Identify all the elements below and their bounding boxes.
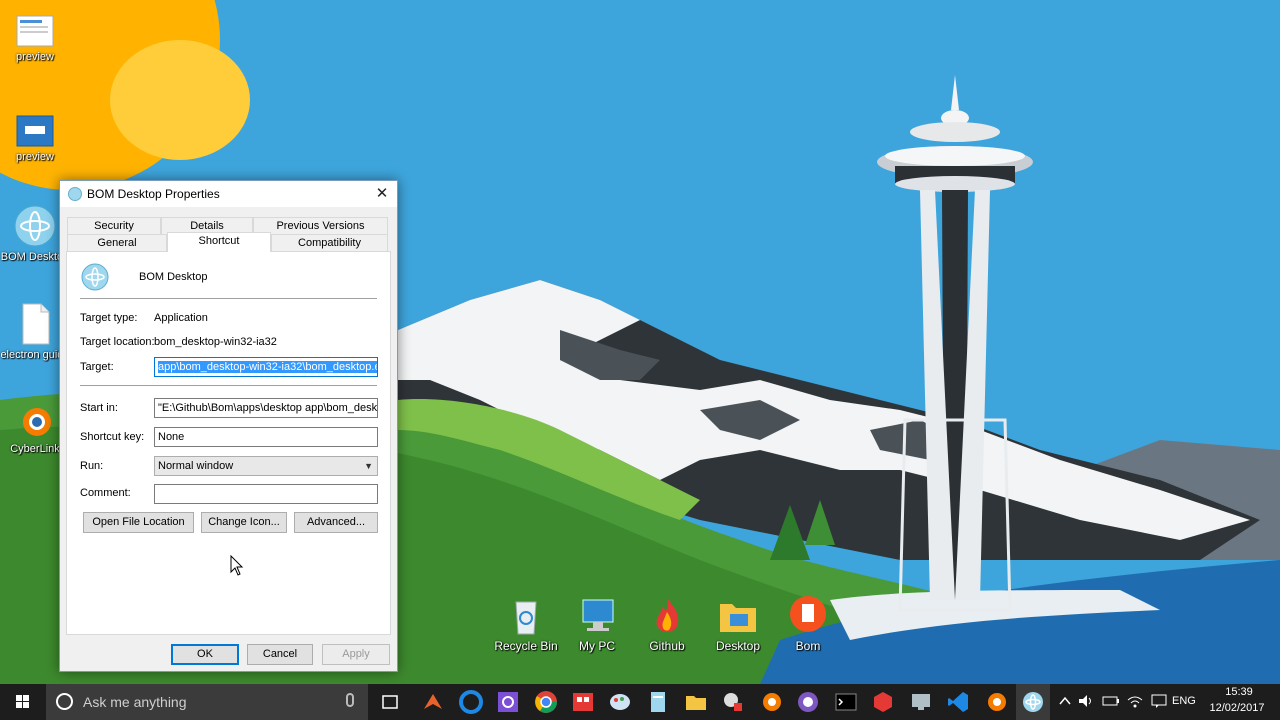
bom-atom-icon xyxy=(68,187,82,201)
apply-button[interactable]: Apply xyxy=(322,644,390,665)
tab-security[interactable]: Security xyxy=(67,217,161,234)
desktop-icon-preview-1[interactable]: preview xyxy=(0,14,70,64)
start-in-label: Start in: xyxy=(80,402,118,414)
cortana-icon xyxy=(56,693,73,710)
windows-logo-icon xyxy=(16,695,29,708)
action-center-icon[interactable] xyxy=(1150,694,1168,708)
computer-icon xyxy=(582,599,614,631)
cancel-button[interactable]: Cancel xyxy=(247,644,313,665)
app-name: BOM Desktop xyxy=(139,271,208,283)
divider xyxy=(80,298,377,300)
ok-button[interactable]: OK xyxy=(171,644,239,665)
run-select-value: Normal window xyxy=(158,460,234,472)
task-view-icon[interactable] xyxy=(377,689,403,715)
target-label: Target: xyxy=(80,361,114,373)
close-button[interactable]: ✕ xyxy=(367,181,397,207)
desktop-icon-label: Bom xyxy=(795,639,821,653)
mouse-cursor-icon xyxy=(230,555,244,576)
volume-icon[interactable] xyxy=(1078,694,1096,708)
clock-time[interactable]: 15:39 xyxy=(1214,686,1264,698)
visual-studio-icon[interactable] xyxy=(945,689,971,715)
bom-atom-icon[interactable] xyxy=(1020,689,1046,715)
dialog-titlebar[interactable]: BOM Desktop Properties ✕ xyxy=(60,181,397,207)
target-type-value: Application xyxy=(154,312,208,324)
change-icon-button[interactable]: Change Icon... xyxy=(201,512,287,533)
red-app-icon[interactable] xyxy=(870,689,896,715)
desktop-icon-github[interactable]: Github xyxy=(631,594,703,653)
desktop-icon-preview-2[interactable]: preview xyxy=(0,114,70,164)
run-label: Run: xyxy=(80,460,104,472)
shortcut-key-label: Shortcut key: xyxy=(80,431,145,443)
language-indicator[interactable]: ENG xyxy=(1172,695,1196,707)
desktop-icon-my-pc[interactable]: My PC xyxy=(561,594,633,653)
wifi-icon[interactable] xyxy=(1126,694,1144,708)
desktop-icon-label: preview xyxy=(16,51,54,63)
dialog-title: BOM Desktop Properties xyxy=(87,187,220,201)
chevron-down-icon: ▼ xyxy=(364,461,373,471)
terminal-icon[interactable] xyxy=(833,689,859,715)
photos-icon[interactable] xyxy=(570,689,596,715)
github-flame-icon xyxy=(656,598,679,632)
open-file-location-button[interactable]: Open File Location xyxy=(83,512,194,533)
battery-icon[interactable] xyxy=(1102,694,1120,708)
target-location-value: bom_desktop-win32-ia32 xyxy=(154,336,277,348)
tab-compatibility[interactable]: Compatibility xyxy=(271,234,388,251)
pc-manager-icon[interactable] xyxy=(908,689,934,715)
desktop-icon-label: preview xyxy=(16,151,54,163)
blender-icon xyxy=(23,408,51,436)
shortcut-key-input[interactable]: None xyxy=(154,427,378,447)
chevron-up-icon[interactable] xyxy=(1058,694,1072,708)
desktop-icon-label: Recycle Bin xyxy=(494,639,558,653)
paint-icon[interactable] xyxy=(607,689,633,715)
bom-red-icon xyxy=(790,596,826,632)
divider xyxy=(80,385,377,387)
folder-icon xyxy=(720,604,756,632)
desktop: preview preview BOM Desktop electron gui… xyxy=(0,0,1280,684)
edge-icon[interactable] xyxy=(458,689,484,715)
preview-document-icon xyxy=(16,15,54,47)
tools-icon[interactable] xyxy=(720,689,746,715)
run-select[interactable]: Normal window ▼ xyxy=(154,456,378,476)
comment-label: Comment: xyxy=(80,487,131,499)
matlab-icon[interactable] xyxy=(420,689,446,715)
file-explorer-icon[interactable] xyxy=(683,689,709,715)
target-type-label: Target type: xyxy=(80,312,138,324)
desktop-icon-desktop[interactable]: Desktop xyxy=(702,594,774,653)
cortana-search-box[interactable]: Ask me anything xyxy=(46,684,368,720)
microphone-icon[interactable] xyxy=(346,693,354,707)
bom-atom-icon xyxy=(14,205,56,247)
clock-date[interactable]: 12/02/2017 xyxy=(1206,702,1268,714)
chrome-icon[interactable] xyxy=(533,689,559,715)
advanced-button[interactable]: Advanced... xyxy=(294,512,378,533)
target-location-label: Target location: xyxy=(80,336,155,348)
tab-previous-versions[interactable]: Previous Versions xyxy=(253,217,388,234)
taskbar: Ask me anything ENG 15:39 12/02/2017 xyxy=(0,684,1280,720)
desktop-icon-label: CyberLink xyxy=(10,443,60,455)
bom-atom-icon xyxy=(81,263,109,291)
search-placeholder: Ask me anything xyxy=(83,694,187,710)
desktop-icon-recycle-bin[interactable]: Recycle Bin xyxy=(490,594,562,653)
desktop-icon-label: Github xyxy=(649,639,685,653)
settings-app-icon[interactable] xyxy=(495,689,521,715)
tor-icon[interactable] xyxy=(795,689,821,715)
blender-icon[interactable] xyxy=(758,689,784,715)
desktop-icon-label: Desktop xyxy=(715,639,761,653)
recycle-bin-icon xyxy=(515,601,537,635)
target-input-text: app\bom_desktop-win32-ia32\bom_desktop.e… xyxy=(158,361,377,373)
blank-file-icon xyxy=(22,303,50,345)
target-input[interactable]: app\bom_desktop-win32-ia32\bom_desktop.e… xyxy=(154,357,378,377)
properties-dialog: BOM Desktop Properties ✕ Security Detail… xyxy=(59,180,398,672)
blender-icon[interactable] xyxy=(983,689,1009,715)
start-button[interactable] xyxy=(0,684,46,720)
preview-window-icon xyxy=(16,115,54,147)
shortcut-tab-panel: BOM Desktop Target type: Application Tar… xyxy=(66,251,391,635)
tab-shortcut[interactable]: Shortcut xyxy=(167,232,271,252)
tab-general[interactable]: General xyxy=(67,234,167,251)
desktop-icon-bom[interactable]: Bom xyxy=(772,594,844,653)
desktop-icon-label: My PC xyxy=(579,639,615,653)
notepad-icon[interactable] xyxy=(645,689,671,715)
comment-input[interactable] xyxy=(154,484,378,504)
start-in-input[interactable]: "E:\Github\Bom\apps\desktop app\bom_desk… xyxy=(154,398,378,418)
